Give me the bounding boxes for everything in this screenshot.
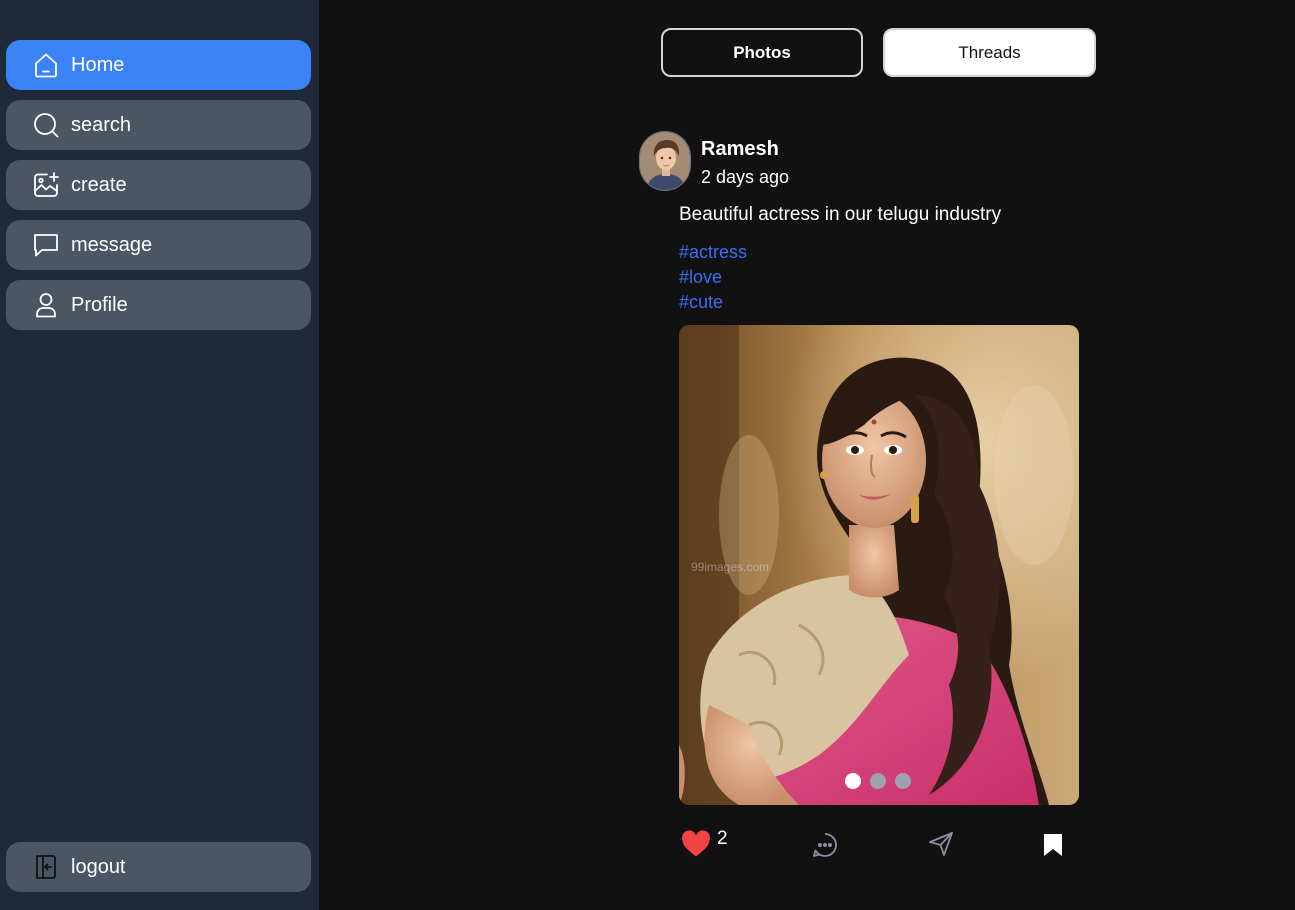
image-add-icon <box>31 170 61 200</box>
comment-icon <box>811 831 839 864</box>
carousel-dot[interactable] <box>845 773 861 789</box>
like-count: 2 <box>717 828 728 849</box>
post-caption: Beautiful actress in our telugu industry <box>679 204 1002 225</box>
sidebar-item-label: create <box>71 173 127 196</box>
comment-button[interactable] <box>811 831 839 864</box>
post-username[interactable]: Ramesh <box>701 138 779 161</box>
bookmark-icon <box>1041 832 1065 863</box>
save-button[interactable] <box>1041 832 1065 863</box>
search-icon <box>31 110 61 140</box>
sidebar-item-create[interactable]: create <box>6 160 311 210</box>
send-icon <box>927 830 955 863</box>
post-image: 99images.com <box>679 325 1079 805</box>
sidebar-item-label: Home <box>71 53 125 76</box>
like-button[interactable] <box>681 830 711 863</box>
hashtag-link[interactable]: #actress <box>679 242 747 263</box>
logout-label: logout <box>71 855 126 878</box>
sidebar-item-label: search <box>71 113 132 136</box>
sidebar-item-label: Profile <box>71 293 128 316</box>
user-icon <box>31 290 61 320</box>
message-icon <box>31 230 61 260</box>
avatar[interactable] <box>639 131 691 191</box>
main-feed: Photos Threads Ramesh 2 days ago Beautif… <box>319 0 1295 910</box>
logout-button[interactable]: logout <box>6 842 311 892</box>
hashtag-link[interactable]: #love <box>679 267 722 288</box>
share-button[interactable] <box>927 830 955 863</box>
logout-icon <box>31 852 61 882</box>
carousel-dot[interactable] <box>870 773 886 789</box>
sidebar-item-home[interactable]: Home <box>6 40 311 90</box>
home-icon <box>31 50 61 80</box>
heart-icon <box>681 830 711 863</box>
image-watermark: 99images.com <box>691 560 769 574</box>
tab-threads[interactable]: Threads <box>883 28 1096 77</box>
post-time: 2 days ago <box>701 167 790 187</box>
carousel-dot[interactable] <box>895 773 911 789</box>
sidebar-item-message[interactable]: message <box>6 220 311 270</box>
sidebar: Home search create message Profile logou… <box>0 0 319 910</box>
hashtag-link[interactable]: #cute <box>679 292 723 313</box>
sidebar-item-label: message <box>71 233 153 256</box>
sidebar-item-search[interactable]: search <box>6 100 311 150</box>
sidebar-item-profile[interactable]: Profile <box>6 280 311 330</box>
tab-photos[interactable]: Photos <box>661 28 863 77</box>
